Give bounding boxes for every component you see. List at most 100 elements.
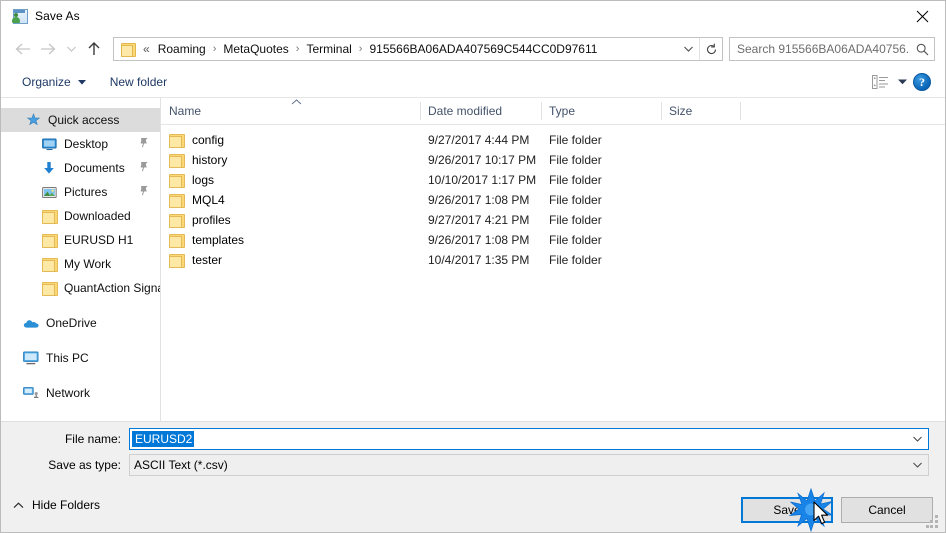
folder-icon	[169, 253, 185, 268]
hide-folders-button[interactable]: Hide Folders	[13, 498, 100, 512]
sidebar-item-label: Downloaded	[64, 209, 131, 223]
file-name: templates	[192, 233, 245, 247]
sidebar-item-label: EURUSD H1	[64, 233, 134, 247]
folder-icon	[41, 208, 58, 224]
folder-icon	[41, 232, 58, 248]
column-header-date-modified[interactable]: Date modified	[421, 98, 542, 124]
folder-icon	[169, 153, 185, 168]
chevron-down-icon	[77, 79, 86, 85]
view-options-button[interactable]	[872, 75, 907, 89]
sidebar-item-documents[interactable]: Documents	[1, 156, 160, 180]
table-row[interactable]: logs 10/10/2017 1:17 PM File folder	[161, 170, 945, 190]
sidebar-item-label: OneDrive	[46, 316, 97, 330]
file-date: 9/27/2017 4:21 PM	[428, 213, 530, 227]
sidebar-item-quick-access[interactable]: Quick access	[1, 108, 160, 132]
navigation-bar: « Roaming › MetaQuotes › Terminal › 9155…	[1, 31, 945, 67]
this-pc-icon	[23, 350, 39, 366]
column-header-size[interactable]: Size	[662, 98, 741, 124]
save-as-type-select[interactable]: ASCII Text (*.csv)	[129, 454, 929, 476]
file-date: 10/4/2017 1:35 PM	[428, 253, 530, 267]
sidebar-item-label: My Work	[64, 257, 112, 271]
file-date: 9/26/2017 1:08 PM	[428, 233, 530, 247]
table-row[interactable]: MQL4 9/26/2017 1:08 PM File folder	[161, 190, 945, 210]
file-name-cell: logs	[169, 173, 214, 188]
file-name-cell: config	[169, 133, 224, 148]
file-type: File folder	[549, 213, 602, 227]
file-name: tester	[192, 253, 223, 267]
refresh-button[interactable]	[699, 38, 722, 60]
chevron-down-icon	[683, 46, 693, 52]
sidebar-item-label: Documents	[64, 161, 125, 175]
chevron-up-icon	[13, 501, 24, 508]
file-name-input[interactable]: EURUSD2	[129, 428, 929, 450]
navigation-sidebar: Quick access Desktop Documents Pictures …	[1, 98, 161, 421]
help-button[interactable]: ?	[913, 73, 931, 91]
sidebar-item-this-pc[interactable]: This PC	[1, 346, 160, 370]
folder-icon	[169, 173, 185, 188]
table-row[interactable]: templates 9/26/2017 1:08 PM File folder	[161, 230, 945, 250]
save-as-type-value: ASCII Text (*.csv)	[134, 458, 228, 472]
sidebar-item-desktop[interactable]: Desktop	[1, 132, 160, 156]
address-bar[interactable]: « Roaming › MetaQuotes › Terminal › 9155…	[113, 37, 723, 61]
breadcrumb-item-roaming[interactable]: Roaming	[155, 41, 209, 57]
save-as-dialog: Save As « Roaming › MetaQuotes › Termina…	[0, 0, 946, 533]
sidebar-item-pictures[interactable]: Pictures	[1, 180, 160, 204]
new-folder-label: New folder	[109, 75, 168, 89]
sidebar-item-my-work[interactable]: My Work	[1, 252, 160, 276]
up-button[interactable]	[81, 36, 107, 62]
breadcrumb-separator[interactable]: ›	[355, 43, 367, 55]
file-name-cell: history	[169, 153, 227, 168]
column-header-name[interactable]: Name	[161, 98, 421, 124]
column-header-label: Name	[169, 104, 202, 118]
address-dropdown-button[interactable]	[677, 38, 699, 60]
pin-icon	[138, 161, 149, 175]
folder-icon	[41, 256, 58, 272]
sidebar-item-network[interactable]: Network	[1, 381, 160, 405]
table-row[interactable]: tester 10/4/2017 1:35 PM File folder	[161, 250, 945, 270]
table-row[interactable]: history 9/26/2017 10:17 PM File folder	[161, 150, 945, 170]
recent-locations-button[interactable]	[61, 36, 81, 62]
file-type: File folder	[549, 253, 602, 267]
save-button[interactable]: Save	[741, 497, 833, 523]
resize-grip-icon[interactable]	[926, 515, 940, 529]
breadcrumb-overflow[interactable]: «	[138, 42, 155, 56]
search-input[interactable]: Search 915566BA06ADA40756...	[730, 42, 910, 56]
back-button[interactable]	[9, 36, 35, 62]
file-name-cell: profiles	[169, 213, 231, 228]
save-form: File name: EURUSD2 Save as type: ASCII T…	[1, 421, 945, 490]
save-as-icon	[11, 8, 28, 24]
folder-icon	[169, 133, 185, 148]
breadcrumb-item-instance-id[interactable]: 915566BA06ADA407569C544CC0D97611	[366, 41, 600, 57]
sidebar-item-onedrive[interactable]: OneDrive	[1, 311, 160, 335]
cancel-button[interactable]: Cancel	[841, 497, 933, 523]
search-icon	[910, 38, 934, 60]
breadcrumb-separator[interactable]: ›	[292, 43, 304, 55]
breadcrumb-item-metaquotes[interactable]: MetaQuotes	[220, 41, 291, 57]
file-name-cell: templates	[169, 233, 245, 248]
close-button[interactable]	[899, 1, 945, 31]
file-type: File folder	[549, 133, 602, 147]
sidebar-item-eurusd-h1[interactable]: EURUSD H1	[1, 228, 160, 252]
folder-icon	[169, 213, 185, 228]
table-row[interactable]: profiles 9/27/2017 4:21 PM File folder	[161, 210, 945, 230]
file-name-dropdown-button[interactable]	[906, 429, 928, 449]
sidebar-item-quantaction-signal[interactable]: QuantAction Signal	[1, 276, 160, 300]
organize-button[interactable]: Organize	[15, 72, 93, 92]
sidebar-item-downloaded[interactable]: Downloaded	[1, 204, 160, 228]
file-type: File folder	[549, 173, 602, 187]
column-header-type[interactable]: Type	[542, 98, 662, 124]
forward-button[interactable]	[35, 36, 61, 62]
save-as-type-dropdown-button[interactable]	[906, 455, 928, 475]
star-pin-icon	[25, 112, 41, 128]
file-list: Name Date modified Type Size config 9/27…	[161, 98, 945, 421]
search-box[interactable]: Search 915566BA06ADA40756...	[729, 37, 935, 61]
new-folder-button[interactable]: New folder	[103, 72, 174, 92]
chevron-down-icon	[912, 436, 922, 442]
network-icon	[23, 385, 39, 401]
dialog-footer: Hide Folders Save Cancel	[1, 489, 945, 532]
table-row[interactable]: config 9/27/2017 4:44 PM File folder	[161, 130, 945, 150]
breadcrumb-separator[interactable]: ›	[209, 43, 221, 55]
breadcrumb-item-terminal[interactable]: Terminal	[303, 41, 354, 57]
sidebar-item-label: Quick access	[48, 113, 120, 127]
onedrive-cloud-icon	[23, 315, 39, 331]
